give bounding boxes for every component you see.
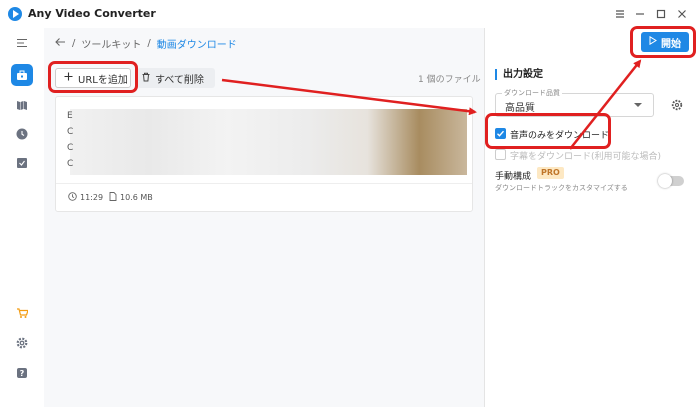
audio-only-checkbox[interactable] <box>495 128 506 139</box>
manual-config-description: ダウンロードトラックをカスタマイズする <box>495 184 628 192</box>
play-icon <box>649 35 657 48</box>
sidebar: ? <box>0 28 44 407</box>
clock-icon <box>16 128 28 140</box>
blurred-text: C <box>67 127 74 137</box>
blurred-text: E <box>67 111 73 121</box>
audio-only-label[interactable]: 音声のみをダウンロード <box>510 128 609 141</box>
sidebar-collapse-icon[interactable] <box>11 32 33 54</box>
breadcrumb-current: 動画ダウンロード <box>156 39 237 51</box>
sidebar-item-library[interactable] <box>11 94 33 116</box>
sidebar-item-settings[interactable] <box>11 332 33 354</box>
card-divider <box>56 183 472 184</box>
maximize-icon[interactable] <box>652 5 670 23</box>
sidebar-item-help[interactable]: ? <box>11 362 33 384</box>
quality-label: ダウンロード品質 <box>502 88 562 98</box>
clock-icon <box>68 192 77 203</box>
checkmark-icon <box>497 130 505 137</box>
quality-value: 高品質 <box>505 103 535 114</box>
sidebar-item-store[interactable] <box>11 302 33 324</box>
dropdown-caret-icon <box>634 103 642 107</box>
library-icon <box>17 101 27 110</box>
breadcrumb-separator: / <box>147 37 151 49</box>
manual-config-title: 手動構成 <box>495 172 532 182</box>
delete-all-label: すべて削除 <box>155 74 204 86</box>
close-icon[interactable] <box>673 5 691 23</box>
toolbox-icon <box>17 70 27 80</box>
manual-config-toggle[interactable] <box>658 174 684 188</box>
cart-icon <box>17 308 28 318</box>
breadcrumb-separator: / <box>72 37 76 49</box>
app-title: Any Video Converter <box>28 7 156 20</box>
blurred-text: C <box>67 143 74 153</box>
file-icon <box>109 192 117 203</box>
sidebar-item-tasks[interactable] <box>11 152 33 174</box>
add-url-button[interactable]: URLを追加 <box>55 68 131 88</box>
trash-icon <box>141 72 151 85</box>
minimize-icon[interactable] <box>631 5 649 23</box>
gear-icon <box>671 99 683 111</box>
pro-badge: PRO <box>537 167 564 179</box>
title-bar: Any Video Converter <box>0 0 700 28</box>
subtitle-label[interactable]: 字幕をダウンロード(利用可能な場合) <box>510 149 661 162</box>
delete-all-button[interactable]: すべて削除 <box>137 68 215 88</box>
sidebar-item-history[interactable] <box>11 123 33 145</box>
toggle-knob <box>658 174 672 188</box>
blurred-text: C <box>67 159 74 169</box>
subtitle-checkbox[interactable] <box>495 149 506 160</box>
menu-icon[interactable] <box>611 5 629 23</box>
back-arrow-icon[interactable] <box>54 37 66 50</box>
plus-icon <box>64 72 73 84</box>
app-logo-icon <box>8 7 22 21</box>
file-size-value: 10.6 MB <box>120 193 153 202</box>
breadcrumb-root[interactable]: ツールキット <box>81 36 141 51</box>
add-url-label: URLを追加 <box>78 74 128 86</box>
svg-text:?: ? <box>20 369 25 378</box>
output-settings-panel <box>484 28 700 407</box>
blurred-file-info <box>69 109 467 175</box>
file-card[interactable]: E C C C 11:29 10.6 MB <box>55 96 473 212</box>
duration: 11:29 <box>68 192 103 203</box>
output-settings-title: 出力設定 <box>495 69 543 80</box>
duration-value: 11:29 <box>80 193 104 202</box>
start-button[interactable]: 開始 <box>641 32 689 52</box>
breadcrumb: / ツールキット / 動画ダウンロード <box>54 36 237 51</box>
help-icon: ? <box>17 368 27 378</box>
tasks-icon <box>17 158 27 168</box>
start-label: 開始 <box>661 38 681 50</box>
sidebar-item-toolkit[interactable] <box>11 64 33 86</box>
gear-icon <box>16 337 28 349</box>
file-size: 10.6 MB <box>109 192 153 203</box>
file-count: 1 個のファイル <box>418 75 481 85</box>
quality-settings-button[interactable] <box>671 99 683 111</box>
